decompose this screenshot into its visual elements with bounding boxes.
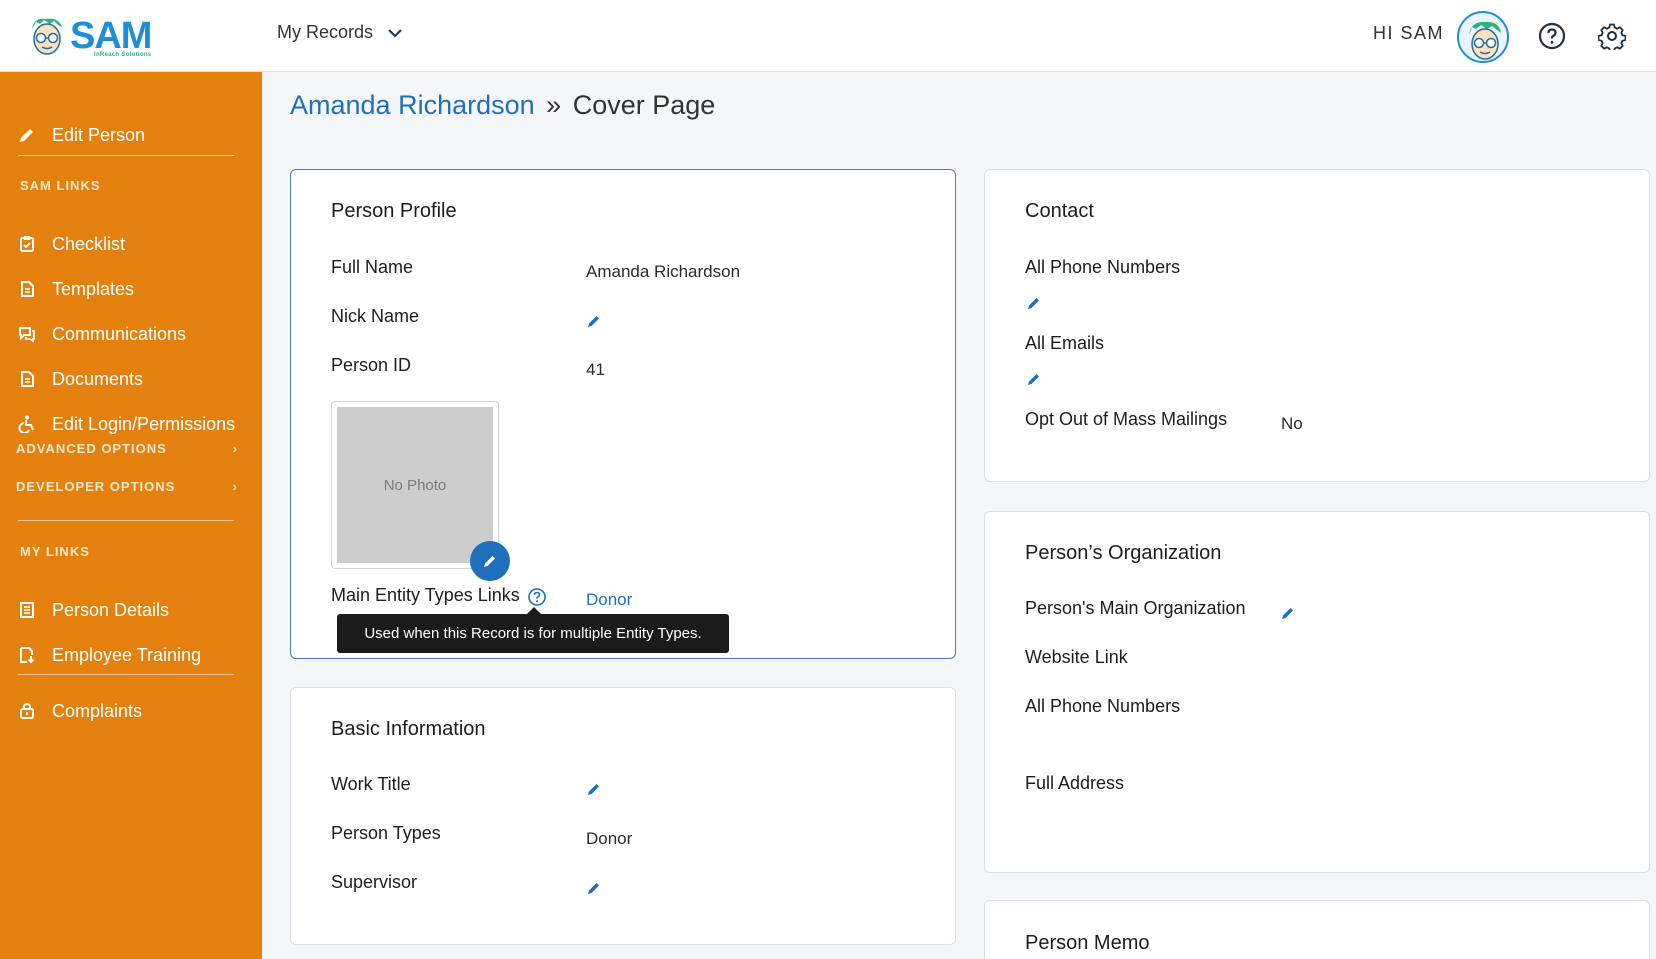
accessibility-icon xyxy=(18,415,36,433)
sidebar-item-label: Employee Training xyxy=(52,644,202,665)
edit-organization-pencil-icon[interactable] xyxy=(1281,606,1295,620)
breadcrumb-separator: » xyxy=(546,90,562,120)
contact-emails-label: All Emails xyxy=(1025,333,1105,353)
sam-logo[interactable]: SAM InReach Solutions xyxy=(28,12,152,60)
sidebar-item-communications[interactable]: Communications xyxy=(0,316,262,352)
edit-emails-pencil-icon[interactable] xyxy=(1027,372,1041,386)
chevron-right-icon: › xyxy=(232,479,238,494)
logo-subtitle: InReach Solutions xyxy=(94,52,152,58)
sidebar-heading-my-links: MY LINKS xyxy=(20,544,90,559)
sidebar-developer-options[interactable]: DEVELOPER OPTIONS › xyxy=(16,479,238,494)
advanced-options-label: ADVANCED OPTIONS xyxy=(16,441,167,456)
contact-title: Contact xyxy=(1025,200,1094,222)
sidebar-item-templates[interactable]: Templates xyxy=(0,271,262,307)
sidebar-advanced-options[interactable]: ADVANCED OPTIONS › xyxy=(16,441,238,456)
sidebar-item-label: Templates xyxy=(52,278,135,299)
edit-supervisor-pencil-icon[interactable] xyxy=(587,881,601,895)
nick-name-label: Nick Name xyxy=(331,306,420,326)
sidebar-item-edit-login-permissions[interactable]: Edit Login/Permissions xyxy=(0,406,262,442)
main-organization-label: Person's Main Organization xyxy=(1025,598,1246,618)
opt-out-value: No xyxy=(1281,414,1303,433)
edit-phones-pencil-icon[interactable] xyxy=(1027,296,1041,310)
chevron-right-icon: › xyxy=(232,441,238,456)
breadcrumb-person-link[interactable]: Amanda Richardson xyxy=(290,90,535,120)
sidebar-item-label: Complaints xyxy=(52,700,143,721)
mascot-icon xyxy=(32,18,62,55)
sidebar-divider xyxy=(18,155,234,156)
sidebar-item-label: Documents xyxy=(52,368,144,389)
full-name-value: Amanda Richardson xyxy=(586,262,741,281)
my-records-dropdown[interactable]: My Records xyxy=(277,22,403,43)
opt-out-label: Opt Out of Mass Mailings xyxy=(1025,409,1228,429)
document-icon xyxy=(18,280,36,298)
full-name-label: Full Name xyxy=(331,257,414,277)
edit-nick-name-pencil-icon[interactable] xyxy=(587,314,601,328)
organization-title: Person’s Organization xyxy=(1025,542,1222,564)
sidebar-item-label: Checklist xyxy=(52,233,126,254)
sidebar-item-label: Communications xyxy=(52,323,187,344)
person-id-value: 41 xyxy=(586,360,605,379)
sidebar-item-checklist[interactable]: Checklist xyxy=(0,226,262,262)
full-address-label: Full Address xyxy=(1025,773,1125,793)
person-profile-title: Person Profile xyxy=(331,200,457,222)
help-circle-icon[interactable] xyxy=(527,587,547,607)
user-avatar[interactable] xyxy=(1457,11,1509,63)
checklist-icon xyxy=(18,235,36,253)
sidebar-item-label: Person Details xyxy=(52,599,170,620)
sidebar-item-label: Edit Person xyxy=(52,124,146,145)
developer-options-label: DEVELOPER OPTIONS xyxy=(16,479,176,494)
complaint-icon xyxy=(18,702,36,720)
logo-text: SAM xyxy=(70,15,152,57)
supervisor-label: Supervisor xyxy=(331,872,418,892)
document-icon xyxy=(18,370,36,388)
edit-work-title-pencil-icon[interactable] xyxy=(587,782,601,796)
contact-phones-label: All Phone Numbers xyxy=(1025,257,1181,277)
sidebar-item-person-details[interactable]: Person Details xyxy=(0,592,262,628)
pencil-icon xyxy=(484,556,495,567)
profile-photo: No Photo xyxy=(331,401,499,569)
website-link-label: Website Link xyxy=(1025,647,1128,667)
sidebar-item-edit-person[interactable]: Edit Person xyxy=(0,117,262,153)
pencil-icon xyxy=(18,126,36,144)
entity-types-label: Main Entity Types Links xyxy=(331,585,520,605)
basic-information-title: Basic Information xyxy=(331,718,486,740)
organization-card xyxy=(984,511,1650,873)
my-records-label: My Records xyxy=(277,22,374,42)
person-types-value: Donor xyxy=(586,829,633,848)
list-icon xyxy=(18,601,36,619)
entity-types-tooltip: Used when this Record is for multiple En… xyxy=(337,607,729,653)
user-greeting: HI SAM xyxy=(1373,23,1445,43)
work-title-label: Work Title xyxy=(331,774,411,794)
photo-placeholder: No Photo xyxy=(337,407,493,563)
sidebar-item-employee-training[interactable]: Employee Training xyxy=(0,637,262,673)
breadcrumb: Amanda Richardson » Cover Page xyxy=(290,90,715,121)
gear-icon[interactable] xyxy=(1598,22,1626,50)
sidebar-item-documents[interactable]: Documents xyxy=(0,361,262,397)
person-id-label: Person ID xyxy=(331,355,412,375)
sidebar-item-label: Edit Login/Permissions xyxy=(52,413,236,434)
sidebar-divider xyxy=(18,520,234,521)
sidebar-divider xyxy=(18,674,234,675)
entity-types-value-link[interactable]: Donor xyxy=(586,590,632,610)
person-memo-title: Person Memo xyxy=(1025,932,1150,954)
help-icon[interactable] xyxy=(1538,22,1566,50)
person-types-label: Person Types xyxy=(331,823,441,843)
org-phones-label: All Phone Numbers xyxy=(1025,696,1181,716)
sidebar-item-complaints[interactable]: Complaints xyxy=(0,693,262,729)
chat-icon xyxy=(18,325,36,343)
sidebar: Edit Person SAM LINKS Checklist Template… xyxy=(0,72,262,959)
sidebar-heading-sam-links: SAM LINKS xyxy=(20,178,101,193)
top-header: SAM InReach Solutions My Records HI SAM xyxy=(0,0,1656,72)
chevron-down-icon xyxy=(388,28,402,38)
page-title: Cover Page xyxy=(572,90,716,120)
avatar-icon xyxy=(1469,21,1501,60)
edit-photo-button[interactable] xyxy=(470,541,510,581)
download-doc-icon xyxy=(18,646,36,664)
